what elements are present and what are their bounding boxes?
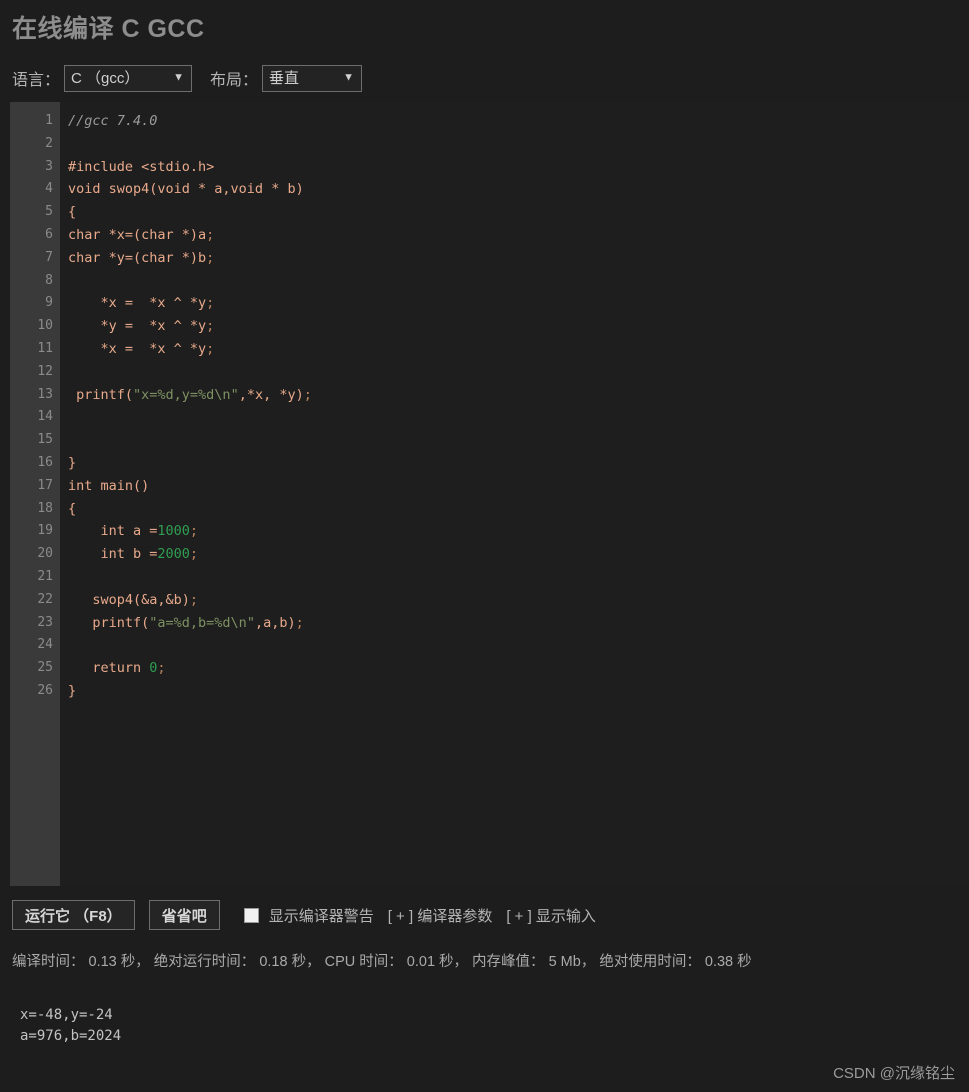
line-number: 23 (37, 614, 53, 630)
code-line: } (68, 682, 77, 699)
code-line: char *y=(char *)b; (68, 249, 215, 266)
code-line: //gcc 7.4.0 (68, 113, 158, 129)
line-number: 20 (37, 546, 53, 562)
line-number: 9 (45, 295, 53, 311)
language-select[interactable]: C （gcc） (64, 64, 193, 92)
line-number: 11 (37, 340, 53, 356)
options-bar: 语言： C （gcc） ▼ 布局： 垂直 ▼ (0, 46, 969, 94)
code-line: char *x=(char *)a; (68, 226, 215, 243)
line-number: 7 (45, 249, 53, 265)
code-line: *x = *x ^ *y; (68, 295, 215, 312)
code-line: { (68, 500, 77, 517)
action-bar: 运行它 （F8） 省省吧 显示编译器警告 [ + ] 编译器参数 [ + ] 显… (0, 898, 969, 932)
app-header: 在线编译 C GCC (0, 0, 969, 46)
code-line: *y = *x ^ *y; (68, 318, 215, 335)
line-number: 13 (37, 386, 53, 402)
line-number: 6 (45, 226, 53, 242)
line-number: 18 (37, 500, 53, 516)
editor-scrollbar[interactable] (10, 102, 22, 886)
line-number: 25 (37, 660, 53, 676)
show-input-toggle[interactable]: [ + ] 显示输入 (506, 905, 596, 926)
line-number: 12 (37, 363, 53, 379)
layout-label: 布局： (210, 72, 259, 89)
line-number: 5 (45, 204, 53, 220)
code-line: #include <stdio.h> (68, 158, 215, 175)
show-warnings-label: 显示编译器警告 (268, 907, 374, 925)
language-label: 语言： (12, 72, 61, 89)
show-warnings-checkbox[interactable] (243, 907, 259, 923)
layout-select[interactable]: 垂直 (262, 64, 363, 92)
line-number: 19 (37, 523, 53, 539)
line-number: 14 (37, 409, 53, 425)
line-number: 17 (37, 477, 53, 493)
run-button[interactable]: 运行它 （F8） (12, 900, 135, 930)
language-select-wrapper[interactable]: C （gcc） ▼ (64, 64, 193, 92)
code-line: int main() (68, 477, 150, 494)
code-line: return 0; (68, 660, 166, 677)
editor-line-numbers: 1 2 3 4 5 6 7 8 9 10 11 12 13 14 15 16 17 18 19 20 21 22 23 24 2… (22, 102, 60, 886)
line-number: 16 (37, 454, 53, 470)
code-line: int a =1000; (68, 523, 199, 540)
code-line: int b =2000; (68, 546, 199, 563)
program-output: x=-48,y=-24 a=976,b=2024 (20, 1007, 122, 1044)
line-number: 26 (37, 682, 53, 698)
page-title: 在线编译 C GCC (12, 15, 205, 43)
cancel-button[interactable]: 省省吧 (148, 900, 220, 930)
line-number: 21 (37, 568, 53, 584)
compile-stats: 编译时间： 0.13 秒， 绝对运行时间： 0.18 秒， CPU 时间： 0.… (12, 954, 752, 970)
code-line: { (68, 204, 77, 221)
line-number: 10 (37, 318, 53, 334)
line-number: 1 (45, 113, 53, 128)
code-line: swop4(&a,&b); (68, 591, 199, 608)
line-number: 4 (45, 181, 53, 197)
code-line: void swop4(void * a,void * b) (68, 181, 304, 198)
line-number: 2 (45, 135, 53, 151)
code-line: printf("a=%d,b=%d\n",a,b); (68, 614, 304, 631)
code-line: printf("x=%d,y=%d\n",*x, *y); (68, 386, 312, 403)
code-line: *x = *x ^ *y; (68, 340, 215, 357)
line-number: 24 (37, 637, 53, 653)
code-editor[interactable]: 1 2 3 4 5 6 7 8 9 10 11 12 13 14 15 16 17 18 19 20 21 22 23 24 2… (10, 102, 969, 886)
line-number: 3 (45, 158, 53, 174)
editor-code-area[interactable]: //gcc 7.4.0 #include <stdio.h> void swop4… (60, 102, 969, 886)
csdn-watermark: CSDN @沉缘铭尘 (833, 1065, 955, 1082)
line-number: 15 (37, 432, 53, 448)
compiler-args-toggle[interactable]: [ + ] 编译器参数 (388, 905, 493, 926)
layout-select-wrapper[interactable]: 垂直 ▼ (262, 64, 363, 92)
line-number: 22 (37, 591, 53, 607)
code-line: } (68, 454, 77, 471)
line-number: 8 (45, 272, 53, 288)
